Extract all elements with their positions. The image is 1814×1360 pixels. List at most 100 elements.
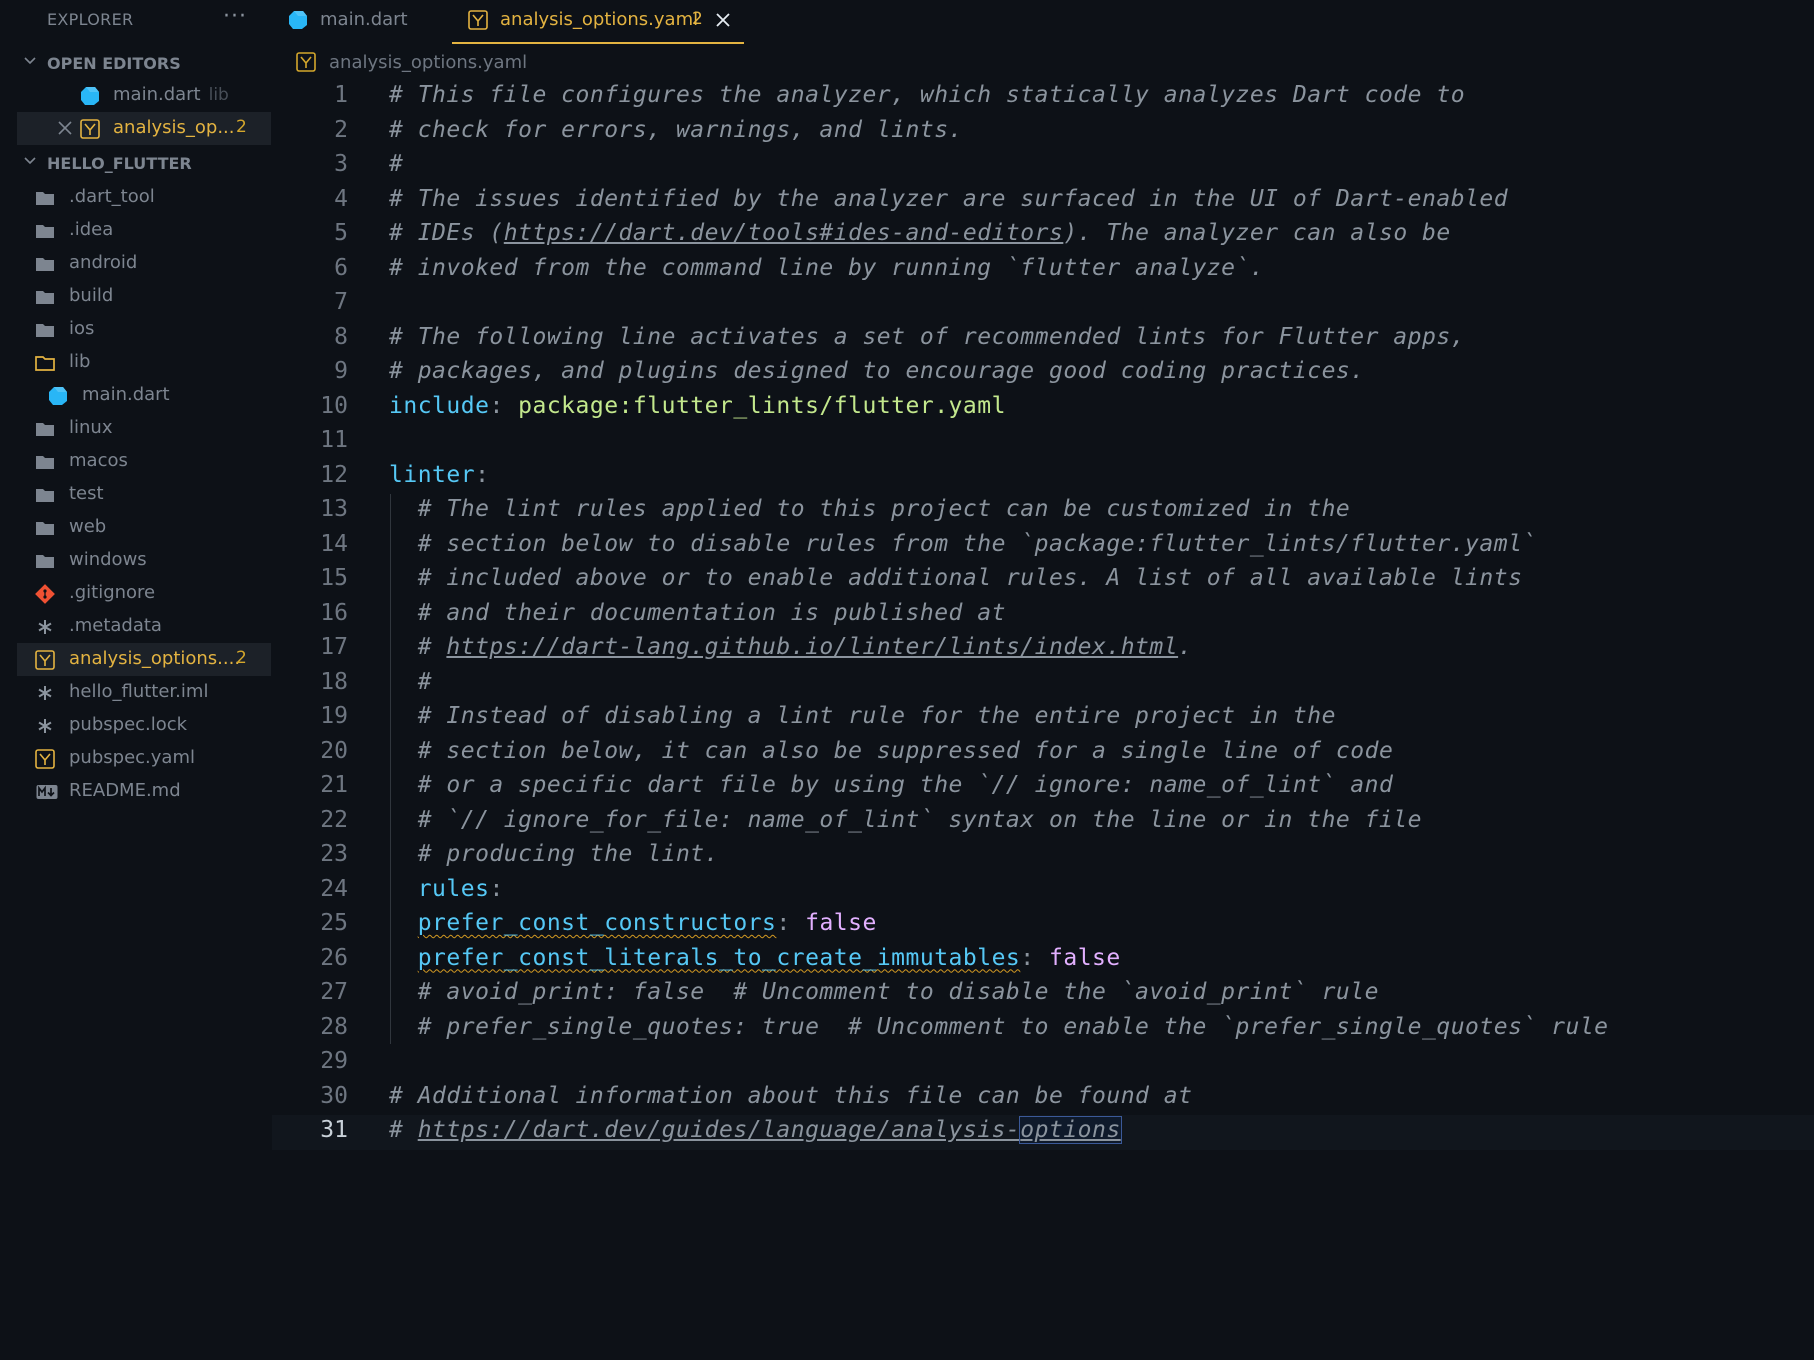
line-number: 13 (320, 496, 348, 522)
file-tree-item[interactable]: .gitignore (17, 577, 271, 610)
code-line: 6 # invoked from the command line by runn… (272, 253, 1814, 288)
line-number: 8 (334, 323, 348, 350)
file-tree-item[interactable]: build (17, 280, 271, 313)
file-tree-item-label: README.md (69, 780, 181, 801)
tab-main-dart[interactable]: main.dart (272, 0, 442, 44)
open-editor-item-active[interactable]: analysis_op... 2 (17, 112, 271, 145)
file-tree-item[interactable]: .metadata (17, 610, 271, 643)
breadcrumb-file[interactable]: analysis_options.yaml (329, 52, 527, 73)
file-tree-item[interactable]: pubspec.yaml (17, 742, 271, 775)
yaml-key-warning[interactable]: prefer_const_literals_to_create_immutabl… (418, 945, 1021, 971)
file-tree-item[interactable]: README.md (17, 775, 271, 808)
open-editor-name: main.dart (113, 84, 201, 105)
file-tree-item[interactable]: test (17, 478, 271, 511)
line-number: 29 (320, 1048, 348, 1074)
file-tree-item[interactable]: main.dart (17, 379, 271, 412)
open-editors-label: OPEN EDITORS (47, 54, 181, 73)
code-text: # producing the lint. (389, 841, 719, 867)
file-tree-item-label: lib (69, 351, 91, 372)
line-number: 22 (320, 806, 348, 833)
folder-icon (35, 419, 55, 439)
open-editor-item[interactable]: main.dart lib (17, 79, 271, 112)
file-tree-item[interactable]: android (17, 247, 271, 280)
line-number: 7 (334, 289, 348, 315)
tab-label: analysis_options.yaml (500, 9, 699, 30)
yaml-colon: : (489, 392, 519, 419)
yaml-icon (296, 52, 316, 72)
file-tree-item[interactable]: ios (17, 313, 271, 346)
folder-icon (35, 551, 55, 571)
file-tree-item[interactable]: macos (17, 445, 271, 478)
code-text: # prefer_single_quotes: true # Uncomment… (389, 1013, 1609, 1040)
line-number: 24 (320, 875, 348, 902)
code-line: 20 # section below, it can also be suppr… (272, 736, 1814, 771)
git-icon (35, 584, 55, 604)
asterisk-icon (35, 617, 55, 637)
code-text: # and their documentation is published a… (389, 599, 1006, 626)
file-tree-item-label: pubspec.lock (69, 714, 188, 735)
line-number: 20 (320, 737, 348, 764)
file-tree-item[interactable]: analysis_options.... 2 (17, 643, 271, 676)
line-number: 4 (334, 185, 348, 212)
file-tree-item[interactable]: web (17, 511, 271, 544)
code-text: # Additional information about this file… (389, 1082, 1193, 1109)
file-tree-item[interactable]: windows (17, 544, 271, 577)
code-line: 28 # prefer_single_quotes: true # Uncomm… (272, 1012, 1814, 1047)
code-line: 3 # (272, 149, 1814, 184)
file-tree-item[interactable]: pubspec.lock (17, 709, 271, 742)
more-actions-button[interactable]: ··· (223, 4, 247, 29)
code-line: 21 # or a specific dart file by using th… (272, 770, 1814, 805)
open-editors-section-header[interactable]: OPEN EDITORS (0, 48, 272, 78)
code-line-current: 31 # https://dart.dev/guides/language/ana… (272, 1115, 1814, 1150)
code-editor[interactable]: 1 # This file configures the analyzer, wh… (272, 80, 1814, 1360)
yaml-key-warning[interactable]: prefer_const_constructors (418, 910, 777, 936)
yaml-key: include (389, 392, 490, 419)
close-icon[interactable] (57, 120, 73, 136)
dart-icon (289, 11, 307, 29)
file-tree-item[interactable]: lib (17, 346, 271, 379)
code-line: 15 # included above or to enable additio… (272, 563, 1814, 598)
code-line: 27 # avoid_print: false # Uncomment to d… (272, 977, 1814, 1012)
folder-icon (35, 485, 55, 505)
asterisk-icon (35, 683, 55, 703)
line-number: 16 (320, 599, 348, 626)
explorer-sidebar: EXPLORER ··· OPEN EDITORS main.dart lib a… (0, 0, 272, 1360)
chevron-down-icon (24, 57, 36, 65)
folder-icon (35, 287, 55, 307)
file-tree-item-label: .gitignore (69, 582, 156, 603)
file-tree-item-label: macos (69, 450, 128, 471)
explorer-header: EXPLORER ··· (0, 0, 272, 40)
file-tree-item[interactable]: linux (17, 412, 271, 445)
tab-analysis-options[interactable]: analysis_options.yaml 2 (452, 0, 744, 44)
line-number: 3 (334, 151, 348, 177)
code-text: # Instead of disabling a lint rule for t… (389, 703, 1336, 729)
project-section-header[interactable]: HELLO_FLUTTER (0, 148, 272, 178)
code-text: # (389, 1117, 418, 1143)
file-tree-item[interactable]: hello_flutter.iml (17, 676, 271, 709)
file-tree-item[interactable]: .idea (17, 214, 271, 247)
selected-text[interactable]: options (1019, 1116, 1122, 1144)
code-link[interactable]: https://dart.dev/guides/language/analysi… (418, 1117, 1021, 1143)
line-number: 10 (320, 392, 348, 419)
file-tree-item-label: pubspec.yaml (69, 747, 195, 768)
code-text: ). The analyzer can also be (1063, 220, 1451, 246)
code-text: # (389, 634, 447, 660)
line-number: 12 (320, 461, 348, 488)
code-link[interactable]: https://dart-lang.github.io/linter/lints… (446, 634, 1178, 660)
yaml-value: false (805, 910, 877, 936)
close-icon[interactable] (714, 11, 732, 29)
folder-icon (35, 320, 55, 340)
code-link[interactable]: https://dart.dev/tools#ides-and-editors (504, 220, 1064, 246)
code-line: 10 include: package:flutter_lints/flutter… (272, 391, 1814, 426)
folder-icon (35, 254, 55, 274)
line-number: 2 (334, 116, 348, 143)
folder-icon (35, 221, 55, 241)
file-tree-item[interactable]: .dart_tool (17, 181, 271, 214)
file-tree-item-label: linux (69, 417, 113, 438)
file-tree-item-label: .dart_tool (69, 186, 155, 207)
problem-count-badge: 2 (692, 9, 703, 29)
line-number: 27 (320, 979, 348, 1005)
yaml-colon: : (776, 910, 806, 936)
line-number: 5 (334, 220, 348, 246)
file-tree-item-label: android (69, 252, 138, 273)
